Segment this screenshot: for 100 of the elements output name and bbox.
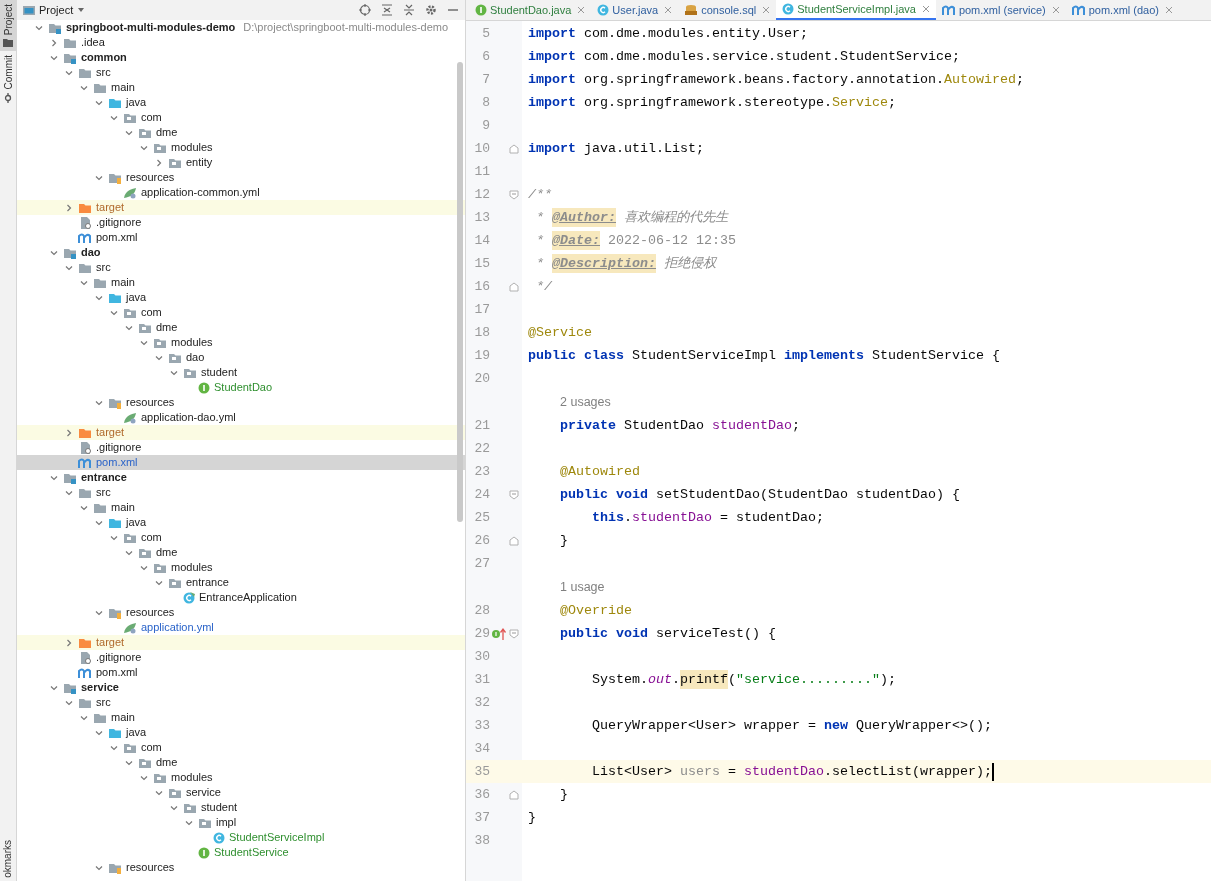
tree-item[interactable]: service <box>17 680 465 695</box>
tree-item[interactable]: src <box>17 485 465 500</box>
folder-icon <box>78 696 92 709</box>
tree-item[interactable]: main <box>17 275 465 290</box>
tree-item[interactable]: impl <box>17 815 465 830</box>
arches-icon <box>941 4 956 16</box>
expand-all-icon[interactable] <box>381 4 393 16</box>
close-icon[interactable] <box>762 6 771 14</box>
tree-item[interactable]: com <box>17 530 465 545</box>
tree-item[interactable]: .idea <box>17 35 465 50</box>
folder-icon <box>93 81 107 94</box>
tool-window-tab[interactable]: Project <box>0 0 16 52</box>
tree-item[interactable]: modules <box>17 560 465 575</box>
tree-item[interactable]: target <box>17 425 465 440</box>
chevron-right-icon[interactable] <box>154 157 164 168</box>
close-icon[interactable] <box>1164 6 1173 14</box>
tree-item[interactable]: StudentServiceImpl <box>17 830 465 845</box>
tree-item[interactable]: dme <box>17 755 465 770</box>
tree-item[interactable]: dao <box>17 350 465 365</box>
folder-icon <box>108 96 122 109</box>
tree-item[interactable]: com <box>17 110 465 125</box>
tree-item[interactable]: java <box>17 515 465 530</box>
tree-item[interactable]: resources <box>17 170 465 185</box>
editor-tab[interactable]: pom.xml (dao) <box>1065 0 1179 20</box>
folder-icon <box>168 786 182 799</box>
tree-item[interactable]: com <box>17 305 465 320</box>
tree-item[interactable]: .gitignore <box>17 650 465 665</box>
usages-hint[interactable]: 2 usages <box>560 392 611 412</box>
tree-item[interactable]: main <box>17 80 465 95</box>
line-number: 24 <box>473 485 490 504</box>
tree-item[interactable]: pom.xml <box>17 455 465 470</box>
locate-icon[interactable] <box>359 4 371 16</box>
folder-icon <box>78 486 92 499</box>
tree-item[interactable]: StudentDao <box>17 380 465 395</box>
tree-item[interactable]: target <box>17 200 465 215</box>
tree-item[interactable]: src <box>17 695 465 710</box>
code-line: /** <box>528 185 552 204</box>
tree-item[interactable]: resources <box>17 395 465 410</box>
tree-item[interactable]: target <box>17 635 465 650</box>
chevron-right-icon[interactable] <box>64 427 74 438</box>
tree-item[interactable]: resources <box>17 860 465 875</box>
tree-item[interactable]: service <box>17 785 465 800</box>
tree-item[interactable]: entrance <box>17 470 465 485</box>
tree-item[interactable]: student <box>17 800 465 815</box>
editor-tab[interactable]: User.java <box>591 0 679 20</box>
tree-item[interactable]: springboot-multi-modules-demo D:\project\springboot-multi-modules-demo <box>17 20 465 35</box>
chevron-right-icon[interactable] <box>64 202 74 213</box>
editor-tab[interactable]: pom.xml (service) <box>935 0 1066 20</box>
tree-item[interactable]: java <box>17 95 465 110</box>
panel-title[interactable]: Project <box>39 1 74 19</box>
tree-item[interactable]: java <box>17 725 465 740</box>
tree-item[interactable]: dme <box>17 545 465 560</box>
tree-item[interactable]: com <box>17 740 465 755</box>
settings-icon[interactable] <box>425 4 437 16</box>
tree-item[interactable]: .gitignore <box>17 440 465 455</box>
line-number: 16 <box>473 277 490 296</box>
tree-item[interactable]: src <box>17 65 465 80</box>
tree-item[interactable]: student <box>17 365 465 380</box>
tree-item[interactable]: resources <box>17 605 465 620</box>
close-icon[interactable] <box>664 6 673 14</box>
folder-icon <box>138 546 152 559</box>
tree-item[interactable]: common <box>17 50 465 65</box>
folder-icon <box>123 531 137 544</box>
tree-item[interactable]: entity <box>17 155 465 170</box>
tree-item[interactable]: main <box>17 500 465 515</box>
tool-window-tab[interactable]: okmarks <box>0 840 16 878</box>
tree-item[interactable]: StudentService <box>17 845 465 860</box>
tree-item[interactable]: src <box>17 260 465 275</box>
tree-item[interactable]: main <box>17 710 465 725</box>
tree-item[interactable]: EntranceApplication <box>17 590 465 605</box>
tree-item[interactable]: java <box>17 290 465 305</box>
editor-tab[interactable]: StudentServiceImpl.java <box>776 0 936 20</box>
tool-window-tab[interactable]: Commit <box>0 51 16 107</box>
close-icon[interactable] <box>1051 6 1060 14</box>
tree-item[interactable]: pom.xml <box>17 665 465 680</box>
line-number: 22 <box>473 439 490 458</box>
editor-tab[interactable]: StudentDao.java <box>469 0 592 20</box>
tree-item[interactable]: pom.xml <box>17 230 465 245</box>
tree-item[interactable]: .gitignore <box>17 215 465 230</box>
chevron-right-icon[interactable] <box>49 37 59 48</box>
tree-item[interactable]: application-dao.yml <box>17 410 465 425</box>
tree-item[interactable]: application.yml <box>17 620 465 635</box>
editor-tab[interactable]: console.sql <box>678 0 777 20</box>
chevron-right-icon[interactable] <box>64 637 74 648</box>
code-line: QueryWrapper<User> wrapper = new QueryWrapper<>(); <box>591 716 992 735</box>
tree-item[interactable]: modules <box>17 140 465 155</box>
tree-item[interactable]: dao <box>17 245 465 260</box>
close-icon[interactable] <box>577 6 586 14</box>
folder-icon <box>138 321 152 334</box>
line-number: 17 <box>473 300 490 319</box>
close-icon[interactable] <box>921 5 930 13</box>
tree-item[interactable]: entrance <box>17 575 465 590</box>
tree-item[interactable]: application-common.yml <box>17 185 465 200</box>
tree-item[interactable]: modules <box>17 770 465 785</box>
scrollbar[interactable] <box>457 62 463 522</box>
tree-item[interactable]: dme <box>17 320 465 335</box>
collapse-all-icon[interactable] <box>403 4 415 16</box>
tree-item[interactable]: modules <box>17 335 465 350</box>
usages-hint[interactable]: 1 usage <box>560 577 605 597</box>
tree-item[interactable]: dme <box>17 125 465 140</box>
